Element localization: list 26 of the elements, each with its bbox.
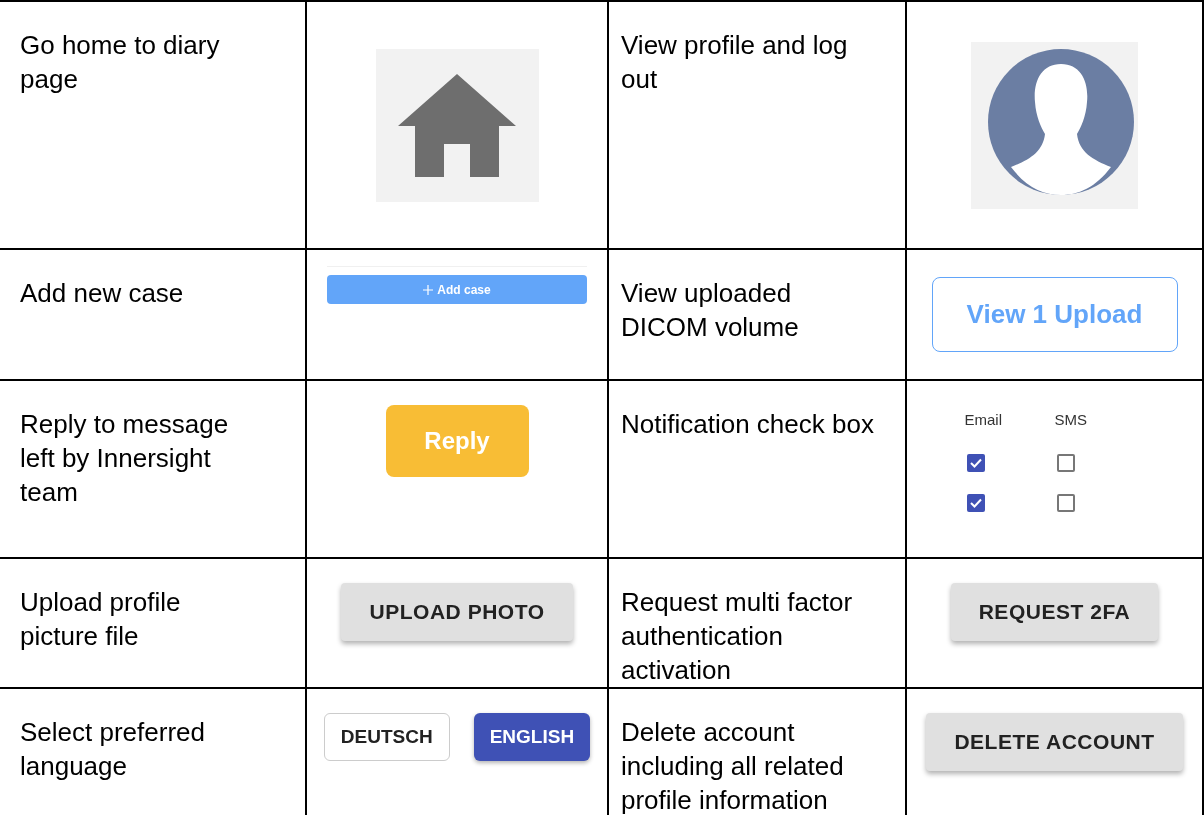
check-icon: [969, 457, 982, 468]
checkbox[interactable]: [966, 493, 985, 512]
checkbox[interactable]: [966, 453, 985, 472]
description-text: Reply to message left by Innersight team: [20, 408, 230, 509]
raised-button[interactable]: DELETE ACCOUNT: [926, 713, 1183, 771]
description-text: Upload profile picture file: [20, 586, 182, 653]
column-label: SMS: [1054, 410, 1087, 430]
description-text: Delete account including all related profile information: [621, 716, 845, 815]
checkbox[interactable]: [1056, 453, 1075, 472]
plus-icon: [423, 284, 434, 295]
check-icon: [969, 497, 982, 508]
raised-button[interactable]: REQUEST 2FA: [950, 583, 1159, 641]
avatar-icon[interactable]: [971, 41, 1138, 209]
column-label: Email: [964, 410, 1002, 430]
description-text: Select preferred language: [20, 716, 206, 783]
description-text: Go home to diary page: [20, 29, 221, 96]
description-text: View uploaded DICOM volume: [621, 277, 800, 344]
home-icon[interactable]: [375, 48, 539, 202]
description-text: Request multi factor authentication activation: [621, 586, 854, 687]
raised-button[interactable]: UPLOAD PHOTO: [341, 583, 573, 641]
language-button[interactable]: ENGLISH: [473, 713, 591, 761]
description-text: Notification check box: [621, 408, 875, 441]
description-text: View profile and log out: [621, 29, 849, 96]
description-text: Add new case: [20, 277, 185, 310]
checkbox[interactable]: [1056, 493, 1075, 512]
language-button[interactable]: DEUTSCH: [323, 713, 450, 761]
